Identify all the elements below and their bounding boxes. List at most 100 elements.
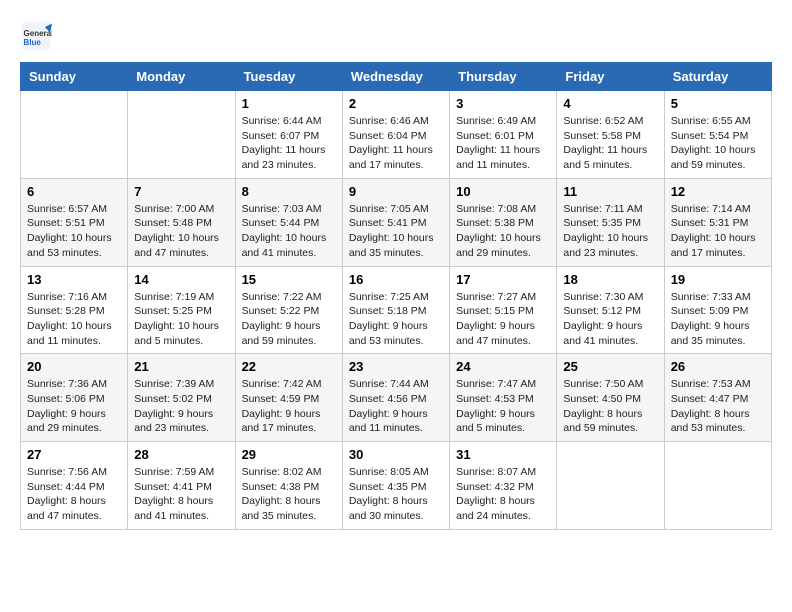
- day-info: Sunrise: 7:39 AM Sunset: 5:02 PM Dayligh…: [134, 377, 228, 436]
- day-info: Sunrise: 7:42 AM Sunset: 4:59 PM Dayligh…: [242, 377, 336, 436]
- day-info: Sunrise: 8:05 AM Sunset: 4:35 PM Dayligh…: [349, 465, 443, 524]
- calendar-cell: 5 Sunrise: 6:55 AM Sunset: 5:54 PM Daylig…: [664, 91, 771, 179]
- day-header-tuesday: Tuesday: [235, 63, 342, 91]
- calendar-cell: 29 Sunrise: 8:02 AM Sunset: 4:38 PM Dayli…: [235, 442, 342, 530]
- day-number: 10: [456, 184, 550, 199]
- calendar-cell: 17 Sunrise: 7:27 AM Sunset: 5:15 PM Dayli…: [450, 266, 557, 354]
- day-header-saturday: Saturday: [664, 63, 771, 91]
- day-info: Sunrise: 6:49 AM Sunset: 6:01 PM Dayligh…: [456, 114, 550, 173]
- day-number: 26: [671, 359, 765, 374]
- day-number: 2: [349, 96, 443, 111]
- calendar-cell: 28 Sunrise: 7:59 AM Sunset: 4:41 PM Dayli…: [128, 442, 235, 530]
- day-info: Sunrise: 7:47 AM Sunset: 4:53 PM Dayligh…: [456, 377, 550, 436]
- calendar-cell: 27Sunrise: 7:56 AM Sunset: 4:44 PM Dayli…: [21, 442, 128, 530]
- day-number: 7: [134, 184, 228, 199]
- calendar-cell: 6 Sunrise: 6:57 AM Sunset: 5:51 PM Daylig…: [21, 178, 128, 266]
- day-number: 24: [456, 359, 550, 374]
- day-number: 13: [27, 272, 121, 287]
- day-number: 11: [563, 184, 657, 199]
- calendar-cell: [21, 91, 128, 179]
- calendar-cell: 26 Sunrise: 7:53 AM Sunset: 4:47 PM Dayli…: [664, 354, 771, 442]
- calendar-cell: 16Sunrise: 7:25 AM Sunset: 5:18 PM Dayli…: [342, 266, 449, 354]
- calendar-cell: 19 Sunrise: 7:33 AM Sunset: 5:09 PM Dayli…: [664, 266, 771, 354]
- day-info: Sunrise: 7:08 AM Sunset: 5:38 PM Dayligh…: [456, 202, 550, 261]
- day-number: 5: [671, 96, 765, 111]
- day-number: 12: [671, 184, 765, 199]
- calendar-cell: 9 Sunrise: 7:05 AM Sunset: 5:41 PM Daylig…: [342, 178, 449, 266]
- day-number: 29: [242, 447, 336, 462]
- day-info: Sunrise: 7:56 AM Sunset: 4:44 PM Dayligh…: [27, 465, 121, 524]
- day-info: Sunrise: 6:57 AM Sunset: 5:51 PM Dayligh…: [27, 202, 121, 261]
- calendar-cell: 23Sunrise: 7:44 AM Sunset: 4:56 PM Dayli…: [342, 354, 449, 442]
- day-info: Sunrise: 7:19 AM Sunset: 5:25 PM Dayligh…: [134, 290, 228, 349]
- logo-icon: General Blue: [20, 20, 52, 52]
- day-info: Sunrise: 8:07 AM Sunset: 4:32 PM Dayligh…: [456, 465, 550, 524]
- day-number: 31: [456, 447, 550, 462]
- logo: General Blue: [20, 20, 56, 52]
- svg-text:General: General: [24, 29, 52, 38]
- day-info: Sunrise: 6:46 AM Sunset: 6:04 PM Dayligh…: [349, 114, 443, 173]
- day-info: Sunrise: 7:50 AM Sunset: 4:50 PM Dayligh…: [563, 377, 657, 436]
- day-header-wednesday: Wednesday: [342, 63, 449, 91]
- day-info: Sunrise: 8:02 AM Sunset: 4:38 PM Dayligh…: [242, 465, 336, 524]
- calendar-week-2: 6 Sunrise: 6:57 AM Sunset: 5:51 PM Daylig…: [21, 178, 772, 266]
- calendar-cell: 15Sunrise: 7:22 AM Sunset: 5:22 PM Dayli…: [235, 266, 342, 354]
- day-number: 9: [349, 184, 443, 199]
- calendar-cell: 14 Sunrise: 7:19 AM Sunset: 5:25 PM Dayli…: [128, 266, 235, 354]
- day-info: Sunrise: 7:36 AM Sunset: 5:06 PM Dayligh…: [27, 377, 121, 436]
- day-info: Sunrise: 6:55 AM Sunset: 5:54 PM Dayligh…: [671, 114, 765, 173]
- calendar-cell: 30 Sunrise: 8:05 AM Sunset: 4:35 PM Dayli…: [342, 442, 449, 530]
- day-number: 14: [134, 272, 228, 287]
- calendar-cell: 12Sunrise: 7:14 AM Sunset: 5:31 PM Dayli…: [664, 178, 771, 266]
- calendar-cell: 4Sunrise: 6:52 AM Sunset: 5:58 PM Daylig…: [557, 91, 664, 179]
- calendar-week-5: 27Sunrise: 7:56 AM Sunset: 4:44 PM Dayli…: [21, 442, 772, 530]
- day-info: Sunrise: 7:00 AM Sunset: 5:48 PM Dayligh…: [134, 202, 228, 261]
- day-info: Sunrise: 7:30 AM Sunset: 5:12 PM Dayligh…: [563, 290, 657, 349]
- day-info: Sunrise: 7:22 AM Sunset: 5:22 PM Dayligh…: [242, 290, 336, 349]
- day-header-friday: Friday: [557, 63, 664, 91]
- day-info: Sunrise: 7:59 AM Sunset: 4:41 PM Dayligh…: [134, 465, 228, 524]
- calendar-cell: 25 Sunrise: 7:50 AM Sunset: 4:50 PM Dayli…: [557, 354, 664, 442]
- calendar-week-3: 13Sunrise: 7:16 AM Sunset: 5:28 PM Dayli…: [21, 266, 772, 354]
- day-info: Sunrise: 7:05 AM Sunset: 5:41 PM Dayligh…: [349, 202, 443, 261]
- day-info: Sunrise: 7:27 AM Sunset: 5:15 PM Dayligh…: [456, 290, 550, 349]
- calendar-table: SundayMondayTuesdayWednesdayThursdayFrid…: [20, 62, 772, 530]
- calendar-week-4: 20 Sunrise: 7:36 AM Sunset: 5:06 PM Dayli…: [21, 354, 772, 442]
- day-info: Sunrise: 7:33 AM Sunset: 5:09 PM Dayligh…: [671, 290, 765, 349]
- day-number: 23: [349, 359, 443, 374]
- day-header-sunday: Sunday: [21, 63, 128, 91]
- calendar-cell: [664, 442, 771, 530]
- calendar-header-row: SundayMondayTuesdayWednesdayThursdayFrid…: [21, 63, 772, 91]
- day-number: 18: [563, 272, 657, 287]
- day-number: 1: [242, 96, 336, 111]
- day-info: Sunrise: 6:52 AM Sunset: 5:58 PM Dayligh…: [563, 114, 657, 173]
- calendar-cell: 13Sunrise: 7:16 AM Sunset: 5:28 PM Dayli…: [21, 266, 128, 354]
- calendar-cell: [128, 91, 235, 179]
- day-number: 20: [27, 359, 121, 374]
- day-number: 25: [563, 359, 657, 374]
- day-number: 6: [27, 184, 121, 199]
- day-number: 30: [349, 447, 443, 462]
- day-info: Sunrise: 7:25 AM Sunset: 5:18 PM Dayligh…: [349, 290, 443, 349]
- calendar-cell: 18 Sunrise: 7:30 AM Sunset: 5:12 PM Dayli…: [557, 266, 664, 354]
- calendar-cell: 11 Sunrise: 7:11 AM Sunset: 5:35 PM Dayli…: [557, 178, 664, 266]
- calendar-cell: 3Sunrise: 6:49 AM Sunset: 6:01 PM Daylig…: [450, 91, 557, 179]
- calendar-cell: 2 Sunrise: 6:46 AM Sunset: 6:04 PM Daylig…: [342, 91, 449, 179]
- page-header: General Blue: [20, 20, 772, 52]
- calendar-cell: 10 Sunrise: 7:08 AM Sunset: 5:38 PM Dayli…: [450, 178, 557, 266]
- calendar-cell: 21 Sunrise: 7:39 AM Sunset: 5:02 PM Dayli…: [128, 354, 235, 442]
- calendar-cell: 8Sunrise: 7:03 AM Sunset: 5:44 PM Daylig…: [235, 178, 342, 266]
- day-number: 19: [671, 272, 765, 287]
- day-info: Sunrise: 7:53 AM Sunset: 4:47 PM Dayligh…: [671, 377, 765, 436]
- day-info: Sunrise: 7:11 AM Sunset: 5:35 PM Dayligh…: [563, 202, 657, 261]
- calendar-cell: 31 Sunrise: 8:07 AM Sunset: 4:32 PM Dayli…: [450, 442, 557, 530]
- day-number: 21: [134, 359, 228, 374]
- calendar-cell: 1 Sunrise: 6:44 AM Sunset: 6:07 PM Daylig…: [235, 91, 342, 179]
- day-number: 17: [456, 272, 550, 287]
- calendar-cell: 20 Sunrise: 7:36 AM Sunset: 5:06 PM Dayli…: [21, 354, 128, 442]
- day-header-thursday: Thursday: [450, 63, 557, 91]
- day-number: 28: [134, 447, 228, 462]
- calendar-cell: 24 Sunrise: 7:47 AM Sunset: 4:53 PM Dayli…: [450, 354, 557, 442]
- day-info: Sunrise: 6:44 AM Sunset: 6:07 PM Dayligh…: [242, 114, 336, 173]
- day-number: 8: [242, 184, 336, 199]
